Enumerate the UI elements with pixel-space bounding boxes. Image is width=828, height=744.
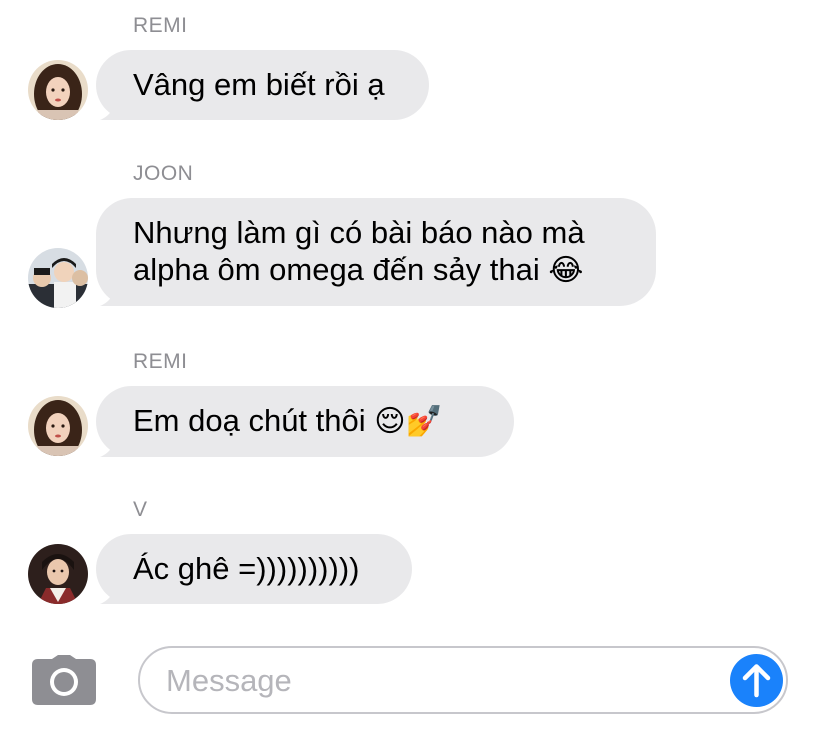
remi-avatar[interactable]: [28, 396, 88, 456]
message-input[interactable]: [166, 662, 726, 700]
message-bubble[interactable]: Nhưng làm gì có bài báo nào mà alpha ôm …: [96, 198, 656, 306]
message-line: Vâng em biết rồi ạ: [133, 67, 385, 102]
tears-of-joy-emoji: 😂: [548, 253, 584, 288]
message-text: Vâng em biết rồi ạ: [96, 50, 429, 120]
chat-thread: REMI Vâng em biết rồi ạ JOON Nhưng làm g…: [0, 0, 828, 744]
message-bubble[interactable]: Ác ghê =)))))))))): [96, 534, 412, 604]
message-text: Ác ghê =)))))))))): [96, 534, 412, 604]
sender-name: REMI: [133, 14, 188, 37]
joon-avatar[interactable]: [28, 248, 88, 308]
send-button[interactable]: [730, 654, 783, 707]
relieved-nail-polish-emoji: 😌💅: [374, 404, 443, 439]
message-line: alpha ôm omega đến sảy thai: [133, 252, 540, 287]
message-line: Nhưng làm gì có bài báo nào mà: [133, 215, 585, 250]
sender-name: JOON: [133, 162, 194, 185]
message-line: Em doạ chút thôi: [133, 403, 366, 438]
message-composer: [138, 646, 788, 714]
v-avatar[interactable]: [28, 544, 88, 604]
message-text: Em doạ chút thôi 😌💅: [96, 386, 514, 457]
message-bubble[interactable]: Em doạ chút thôi 😌💅: [96, 386, 514, 457]
camera-icon[interactable]: [32, 655, 96, 705]
sender-name: V: [133, 498, 148, 521]
sender-name: REMI: [133, 350, 188, 373]
remi-avatar[interactable]: [28, 60, 88, 120]
arrow-up-icon: [742, 664, 771, 698]
message-bubble[interactable]: Vâng em biết rồi ạ: [96, 50, 429, 120]
message-line: Ác ghê =)))))))))): [133, 551, 360, 586]
message-text: Nhưng làm gì có bài báo nào mà alpha ôm …: [96, 198, 656, 306]
